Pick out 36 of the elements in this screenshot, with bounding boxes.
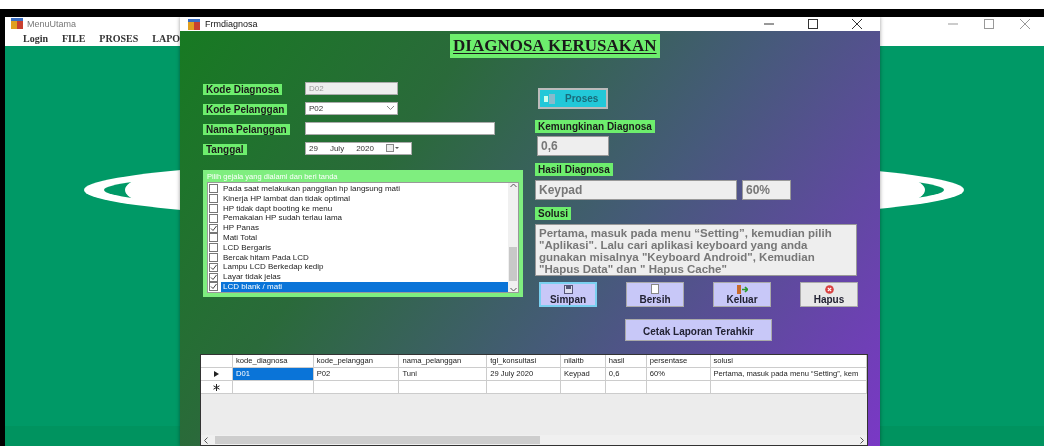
text-area[interactable]: Pertama, masuk pada menu “Setting”, kemudian pilih "Aplikasi". Lalu cari aplikasi keyboard yang anda gunakan misalnya "Keyboard Android", Kemudian "Hapus Data" dan " Hapus Cache" (535, 224, 857, 276)
window-title: MenuUtama (27, 18, 77, 29)
field-label: Tanggal (203, 144, 247, 155)
field-label: Kode Pelanggan (203, 104, 288, 115)
field-label: Hasil Diagnosa (535, 163, 613, 176)
list-item[interactable]: Layar tidak jelas (221, 272, 283, 282)
text-field[interactable]: 0,6 (537, 136, 609, 156)
field-label: Kode Diagnosa (203, 84, 282, 95)
action-button[interactable]: Keluar (713, 282, 771, 307)
action-button[interactable]: Simpan (539, 282, 597, 307)
text-field[interactable]: Keypad (535, 180, 737, 200)
list-item[interactable]: Lampu LCD Berkedap kedip (221, 262, 326, 273)
menu-item[interactable]: Login (23, 32, 48, 44)
field-label: Kemungkinan Diagnosa (535, 120, 655, 133)
list-item[interactable]: Pemakaian HP sudah terlau lama (221, 213, 345, 224)
field-label: Solusi (535, 207, 571, 220)
action-button[interactable]: Bersih (626, 282, 684, 307)
list-item[interactable]: Pada saat melakukan panggilan hp langsung mati (221, 184, 402, 194)
date-picker[interactable]: 29 July 2020 (305, 141, 412, 155)
action-button[interactable]: Hapus (800, 282, 858, 307)
print-button[interactable]: Cetak Laporan Terahkir (625, 319, 772, 341)
list-item[interactable]: LCD blank / mati (221, 281, 508, 292)
list-item[interactable]: HP Panas (221, 223, 261, 233)
list-item[interactable]: LCD Bergaris (221, 242, 273, 253)
menu-item[interactable]: FILE (62, 32, 86, 44)
field-label: Nama Pelanggan (203, 124, 290, 135)
dropdown-field[interactable]: P02 (305, 101, 398, 115)
list-item[interactable]: Kinerja HP lambat dan tidak optimal (221, 193, 353, 204)
form-heading: DIAGNOSA KERUSAKAN (450, 34, 660, 58)
window-title: Frmdiagnosa (205, 19, 258, 29)
text-field[interactable]: 60% (742, 180, 791, 200)
menu-item[interactable]: PROSES (99, 32, 139, 44)
list-item[interactable]: Mati Total (221, 233, 260, 243)
menu-item[interactable]: LAPO (152, 32, 181, 44)
list-item[interactable]: Bercak hitam Pada LCD (221, 252, 311, 263)
list-item[interactable]: HP tidak dapt booting ke menu (221, 203, 335, 214)
